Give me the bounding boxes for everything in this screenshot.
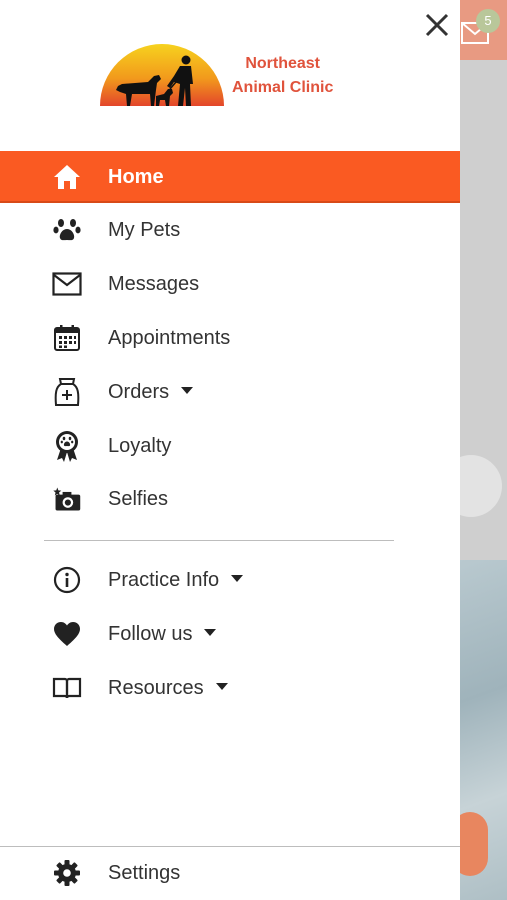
- nav-item-selfies[interactable]: Selfies: [0, 473, 460, 525]
- close-icon[interactable]: [420, 8, 454, 42]
- nav-item-label: Loyalty: [108, 434, 172, 457]
- nav-item-label: Settings: [108, 861, 181, 884]
- follow-us-label: Follow us: [108, 622, 193, 645]
- nav-item-follow-us[interactable]: Follow us: [0, 608, 460, 660]
- nav-item-orders[interactable]: Orders: [0, 366, 460, 418]
- nav-item-label: Messages: [108, 272, 200, 295]
- pet-food-bag-icon: [52, 377, 82, 407]
- orders-label: Orders: [108, 380, 170, 403]
- info-icon: [52, 565, 82, 595]
- nav-item-label: Appointments: [108, 326, 231, 349]
- clinic-name: Northeast Animal Clinic: [232, 52, 333, 100]
- chevron-down-icon: [181, 386, 194, 394]
- nav-item-label: Orders: [108, 380, 194, 404]
- nav-item-label: My Pets: [108, 218, 181, 241]
- award-ribbon-icon: [52, 431, 82, 462]
- nav-item-label: Selfies: [108, 487, 169, 510]
- nav-item-practice-info[interactable]: Practice Info: [0, 554, 460, 606]
- nav-item-label: Resources: [108, 677, 228, 700]
- nav-item-label: Home: [108, 165, 164, 188]
- chevron-down-icon: [231, 574, 244, 582]
- nav-item-label: Practice Info: [108, 568, 244, 592]
- nav-item-loyalty[interactable]: Loyalty: [0, 420, 460, 472]
- nav-item-settings[interactable]: Settings: [0, 847, 460, 899]
- navigation-drawer: Northeast Animal Clinic Home My Pets Mes…: [0, 0, 460, 900]
- camera-icon: [52, 484, 82, 514]
- nav-item-home[interactable]: Home: [0, 151, 460, 203]
- clinic-name-line1: Northeast: [245, 55, 321, 72]
- chevron-down-icon: [204, 628, 217, 636]
- home-icon: [52, 162, 82, 192]
- nav-item-appointments[interactable]: Appointments: [0, 312, 460, 364]
- calendar-icon: [52, 323, 82, 353]
- gear-icon: [52, 858, 82, 888]
- menu-divider: [44, 540, 394, 541]
- clinic-name-line2: Animal Clinic: [232, 79, 334, 96]
- heart-icon: [52, 619, 82, 649]
- nav-item-messages[interactable]: Messages: [0, 258, 460, 310]
- nav-item-label: Follow us: [108, 622, 217, 646]
- book-icon: [52, 673, 82, 703]
- notification-badge: 5: [476, 9, 500, 33]
- mail-icon: [52, 269, 82, 299]
- paw-icon: [52, 215, 82, 245]
- chevron-down-icon: [215, 682, 228, 690]
- practice-info-label: Practice Info: [108, 568, 220, 591]
- nav-item-my-pets[interactable]: My Pets: [0, 204, 460, 256]
- nav-item-resources[interactable]: Resources: [0, 662, 460, 714]
- resources-label: Resources: [108, 676, 204, 699]
